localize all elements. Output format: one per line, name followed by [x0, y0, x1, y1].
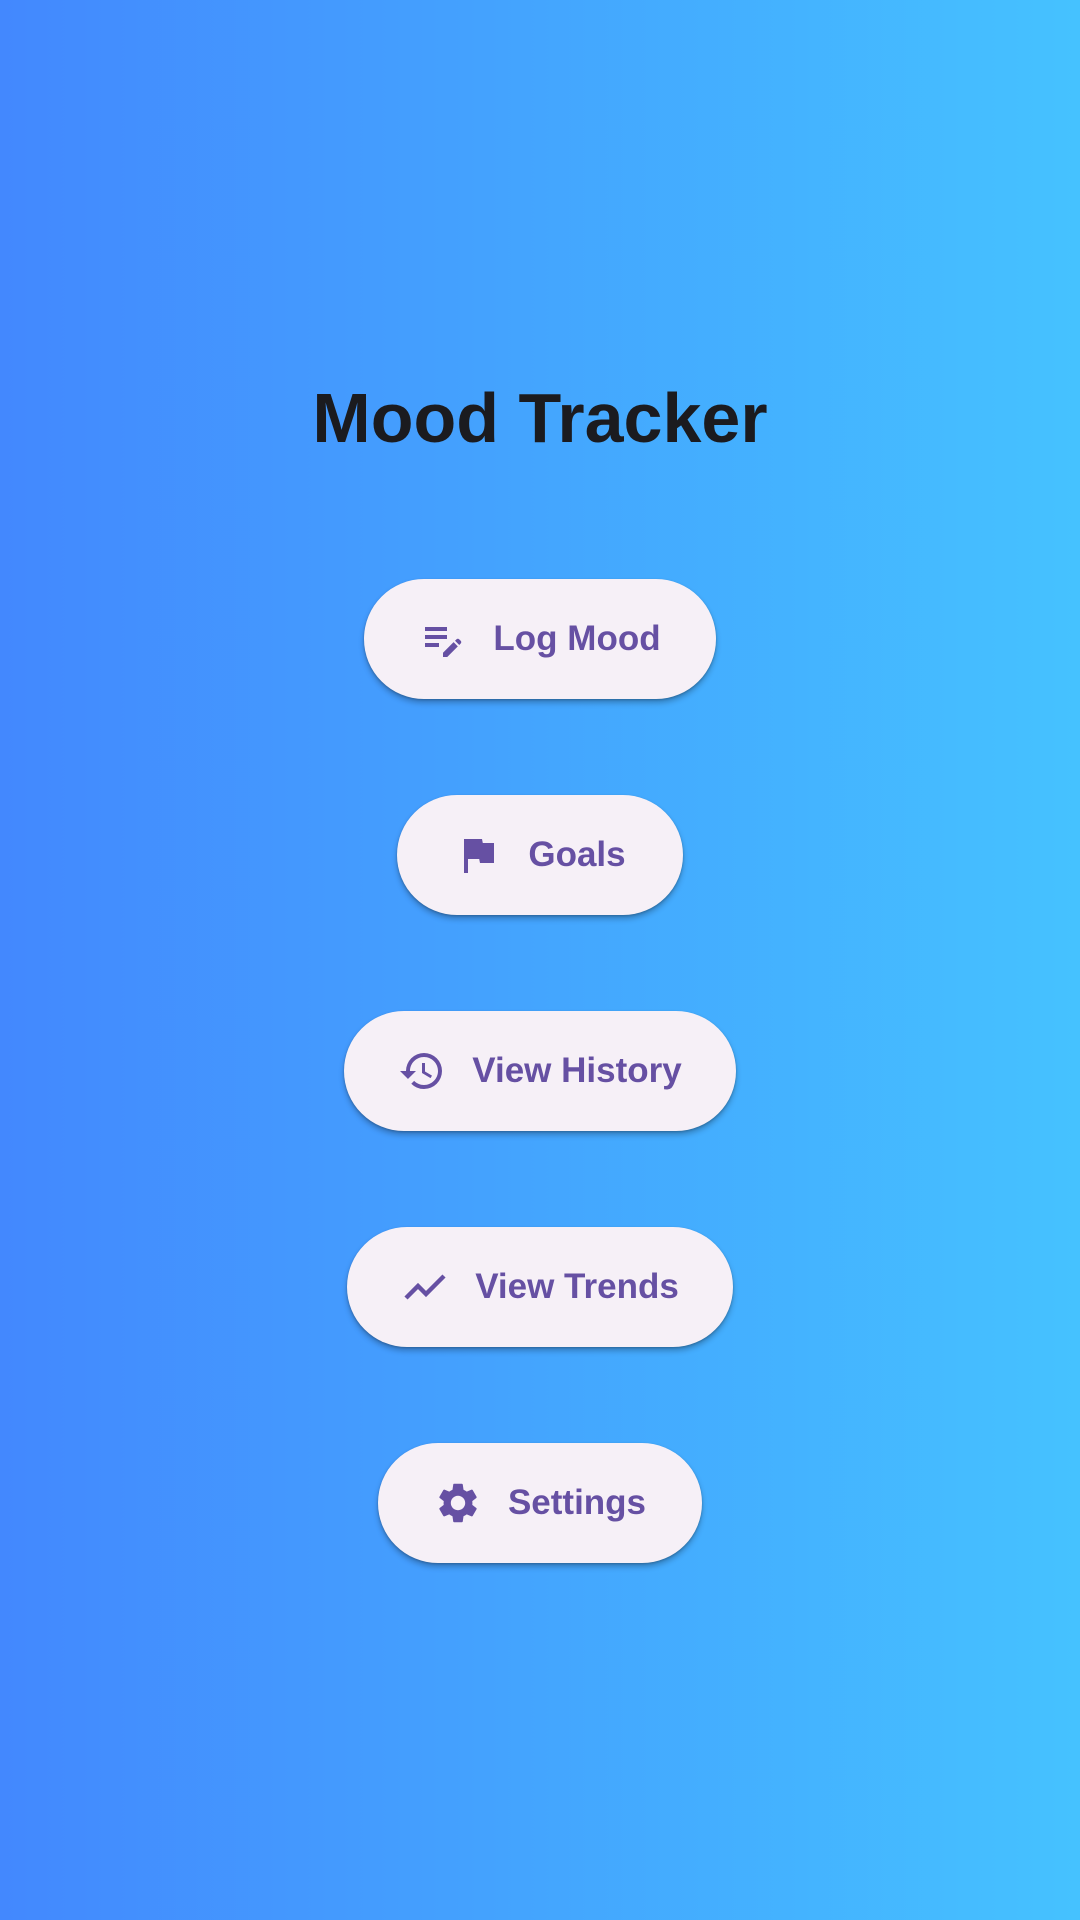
main-menu: Log Mood Goals View History View Trends [0, 579, 1080, 1659]
view-trends-button[interactable]: View Trends [347, 1227, 733, 1347]
view-trends-label: View Trends [475, 1267, 679, 1306]
log-mood-button[interactable]: Log Mood [364, 579, 716, 699]
history-icon [398, 1047, 446, 1095]
trending-up-icon [401, 1263, 449, 1311]
flag-icon [454, 831, 502, 879]
home-screen: Mood Tracker Log Mood Goals View History [0, 0, 1080, 1920]
edit-note-icon [419, 615, 467, 663]
page-title: Mood Tracker [312, 379, 768, 457]
view-history-button[interactable]: View History [344, 1011, 736, 1131]
view-history-label: View History [472, 1051, 682, 1090]
settings-button[interactable]: Settings [378, 1443, 702, 1563]
log-mood-label: Log Mood [493, 619, 661, 658]
gear-icon [434, 1479, 482, 1527]
goals-label: Goals [528, 835, 626, 874]
goals-button[interactable]: Goals [397, 795, 683, 915]
settings-label: Settings [507, 1483, 647, 1522]
